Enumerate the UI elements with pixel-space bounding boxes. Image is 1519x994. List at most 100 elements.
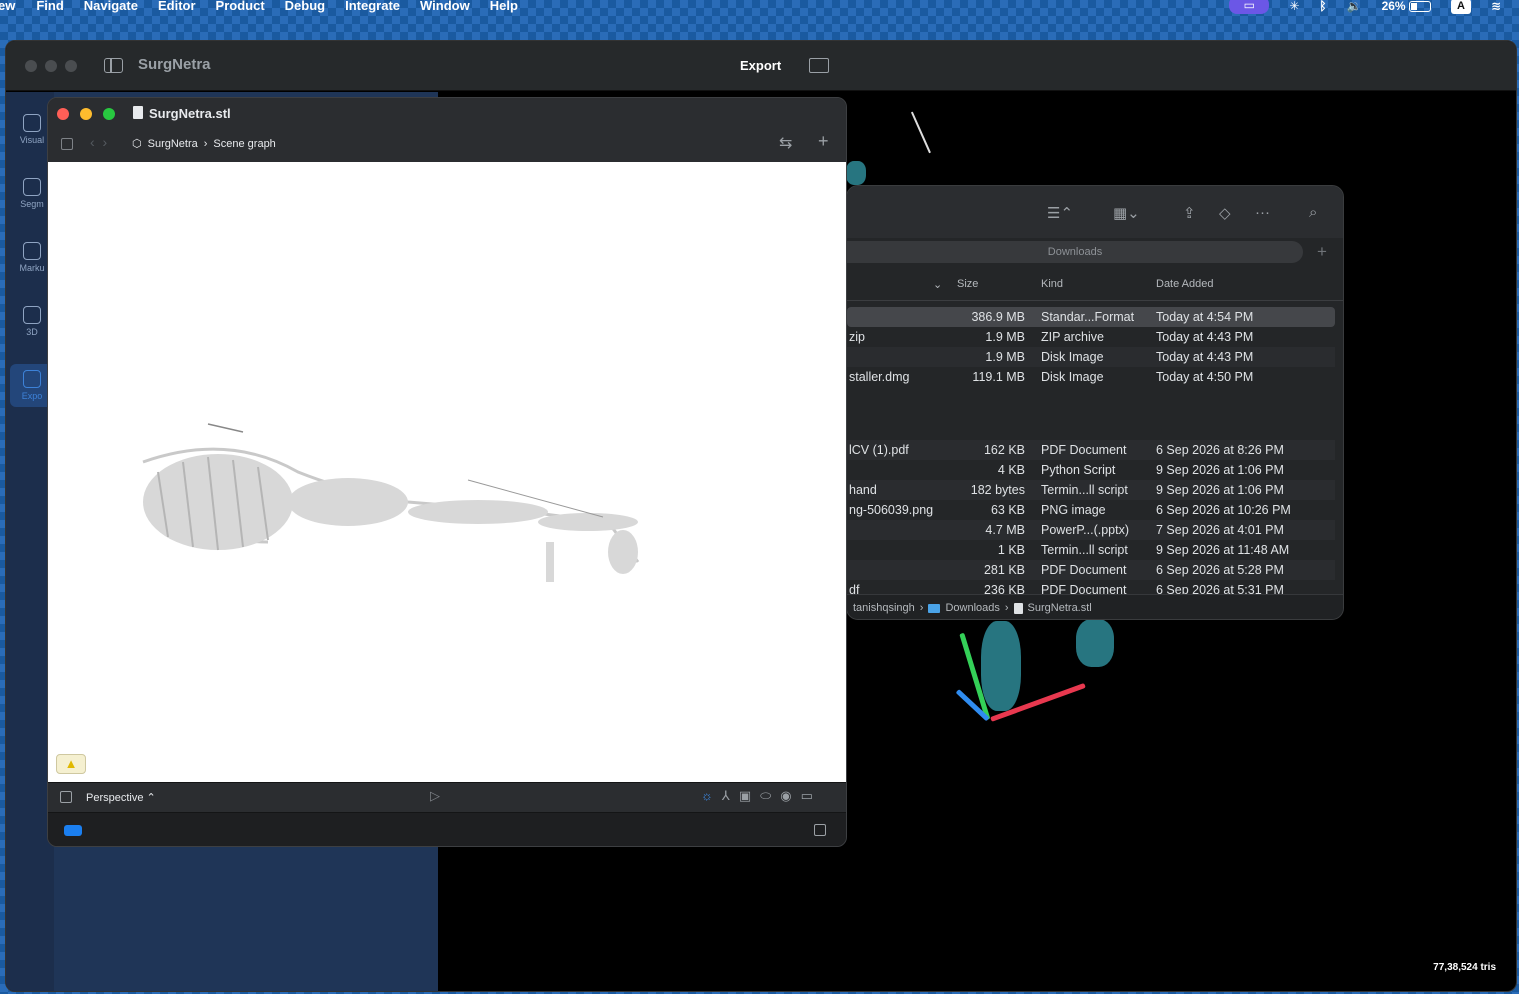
input-source-icon[interactable]: A xyxy=(1450,0,1471,14)
battery-status[interactable]: 26% xyxy=(1382,0,1431,13)
more-icon[interactable]: ··· xyxy=(1255,204,1270,221)
file-row[interactable]: 4 KB Python Script 9 Sep 2026 at 1:06 PM xyxy=(847,460,1335,480)
frame-icon[interactable]: ▣ xyxy=(739,788,751,804)
file-size: 281 KB xyxy=(983,563,1025,577)
warning-icon[interactable]: ▲ xyxy=(56,754,86,774)
swap-icon[interactable]: ⇆ xyxy=(779,133,792,153)
file-row[interactable]: zip 1.9 MB ZIP archive Today at 4:43 PM xyxy=(847,327,1335,347)
list-view-icon[interactable]: ☰⌃ xyxy=(1047,204,1073,222)
app-title: SurgNetra xyxy=(138,56,211,73)
femur xyxy=(408,500,548,524)
file-size: 1 KB xyxy=(997,543,1025,557)
sidebar-toggle-icon[interactable] xyxy=(60,791,72,803)
pelvis xyxy=(288,478,408,526)
breadcrumb: ⬡ SurgNetra › Scene graph xyxy=(132,137,276,151)
search-icon[interactable]: ⌕ xyxy=(1309,204,1317,221)
menu-product[interactable]: Product xyxy=(216,0,265,13)
grid-icon[interactable] xyxy=(61,138,73,150)
chevron-right-icon: › xyxy=(1004,602,1009,614)
close-button[interactable] xyxy=(25,60,37,72)
camera-mode-select[interactable]: Perspective ⌃ xyxy=(86,791,156,804)
file-name: staller.dmg xyxy=(849,370,910,384)
file-kind: Disk Image xyxy=(1041,350,1104,364)
menu-help[interactable]: Help xyxy=(490,0,518,13)
file-row[interactable]: 386.9 MB Standar...Format Today at 4:54 … xyxy=(847,307,1335,327)
scene-viewport[interactable]: ▲ xyxy=(48,162,846,782)
hierarchy-icon[interactable]: ⅄ xyxy=(722,788,730,804)
file-row[interactable]: lCV (1).pdf 162 KB PDF Document 6 Sep 20… xyxy=(847,440,1335,460)
play-icon[interactable]: ▷ xyxy=(430,788,440,804)
column-date-added[interactable]: Date Added xyxy=(1156,278,1214,298)
share-icon[interactable]: ⇪ xyxy=(1183,204,1196,222)
volume-icon[interactable]: 🔉 xyxy=(1347,0,1362,13)
pin-icon xyxy=(23,242,41,260)
menu-debug[interactable]: Debug xyxy=(285,0,325,13)
file-date: Today at 4:43 PM xyxy=(1156,330,1254,344)
ellipse-icon[interactable]: ⬭ xyxy=(760,788,771,804)
file-row[interactable]: ng-506039.png 63 KB PNG image 6 Sep 2026… xyxy=(847,500,1335,520)
wifi-icon[interactable]: ≋ xyxy=(1491,0,1501,13)
brightness-icon[interactable]: ✳ xyxy=(1289,0,1299,13)
tibia xyxy=(538,513,638,531)
menu-editor[interactable]: Editor xyxy=(158,0,196,13)
rail-label: Visual xyxy=(19,135,45,145)
brush-icon xyxy=(23,178,41,196)
bluetooth-icon[interactable]: ᛒ xyxy=(1319,0,1326,13)
menu-integrate[interactable]: Integrate xyxy=(345,0,400,13)
file-date: 6 Sep 2026 at 5:28 PM xyxy=(1156,563,1284,577)
menu-window[interactable]: Window xyxy=(420,0,470,13)
folder-icon[interactable] xyxy=(809,58,829,73)
path-downloads[interactable]: Downloads xyxy=(945,602,999,614)
panel-icon[interactable]: ▭ xyxy=(801,788,813,804)
document-icon xyxy=(133,106,143,119)
skeleton-model xyxy=(142,423,640,582)
viewport-tools: ☼ ⅄ ▣ ⬭ ◉ ▭ xyxy=(701,788,813,804)
export-button[interactable]: Export xyxy=(740,58,781,73)
file-date: Today at 4:43 PM xyxy=(1156,350,1254,364)
camera-mode-label: Perspective xyxy=(86,792,144,804)
file-date: 9 Sep 2026 at 1:06 PM xyxy=(1156,483,1284,497)
path-user[interactable]: tanishqsingh xyxy=(853,602,915,614)
file-kind: PDF Document xyxy=(1041,443,1127,457)
location-field[interactable]: Downloads xyxy=(847,241,1303,263)
column-size[interactable]: Size xyxy=(957,278,978,298)
breadcrumb-item[interactable]: SurgNetra xyxy=(148,138,198,150)
light-icon[interactable]: ☼ xyxy=(701,788,713,804)
file-row[interactable]: 4.7 MB PowerP...(.pptx) 7 Sep 2026 at 4:… xyxy=(847,520,1335,540)
menu-navigate[interactable]: Navigate xyxy=(84,0,138,13)
foot xyxy=(608,530,638,574)
group-icon[interactable]: ▦⌄ xyxy=(1113,204,1140,222)
nav-arrows-icon[interactable]: ‹ › xyxy=(90,134,107,150)
path-file[interactable]: SurgNetra.stl xyxy=(1028,602,1092,614)
file-size: 386.9 MB xyxy=(971,310,1025,324)
tag-icon[interactable] xyxy=(64,825,82,836)
chevron-right-icon: › xyxy=(203,137,208,150)
menu-view[interactable]: ew xyxy=(0,0,15,13)
minimize-button[interactable] xyxy=(80,108,92,120)
file-row[interactable]: 1 KB Termin...ll script 9 Sep 2026 at 11… xyxy=(847,540,1335,560)
panel-icon[interactable] xyxy=(814,824,826,836)
zoom-button[interactable] xyxy=(65,60,77,72)
model-foot-left xyxy=(981,621,1021,711)
add-icon[interactable]: + xyxy=(818,131,829,152)
battery-icon xyxy=(1408,1,1431,13)
zoom-button[interactable] xyxy=(103,108,115,120)
breadcrumb-item[interactable]: Scene graph xyxy=(213,138,275,150)
close-button[interactable] xyxy=(57,108,69,120)
screen-share-icon[interactable]: ▭ xyxy=(1229,0,1270,14)
cube-icon: ⬡ xyxy=(132,138,142,150)
tag-icon[interactable]: ◇ xyxy=(1219,204,1231,222)
column-kind[interactable]: Kind xyxy=(1041,278,1063,298)
file-row[interactable]: staller.dmg 119.1 MB Disk Image Today at… xyxy=(847,367,1335,387)
sort-chevron-icon[interactable]: ⌄ xyxy=(933,278,942,298)
menu-find[interactable]: Find xyxy=(36,0,63,13)
app-toolbar: SurgNetra Export xyxy=(6,41,1516,91)
eye-icon[interactable]: ◉ xyxy=(780,788,791,804)
file-row[interactable]: hand 182 bytes Termin...ll script 9 Sep … xyxy=(847,480,1335,500)
minimize-button[interactable] xyxy=(45,60,57,72)
file-row[interactable]: 1.9 MB Disk Image Today at 4:43 PM xyxy=(847,347,1335,367)
sidebar-toggle-icon[interactable] xyxy=(104,58,123,73)
file-row[interactable]: 281 KB PDF Document 6 Sep 2026 at 5:28 P… xyxy=(847,560,1335,580)
add-tab-icon[interactable]: + xyxy=(1317,242,1327,262)
path-bar: tanishqsingh › Downloads › SurgNetra.stl xyxy=(847,594,1343,619)
